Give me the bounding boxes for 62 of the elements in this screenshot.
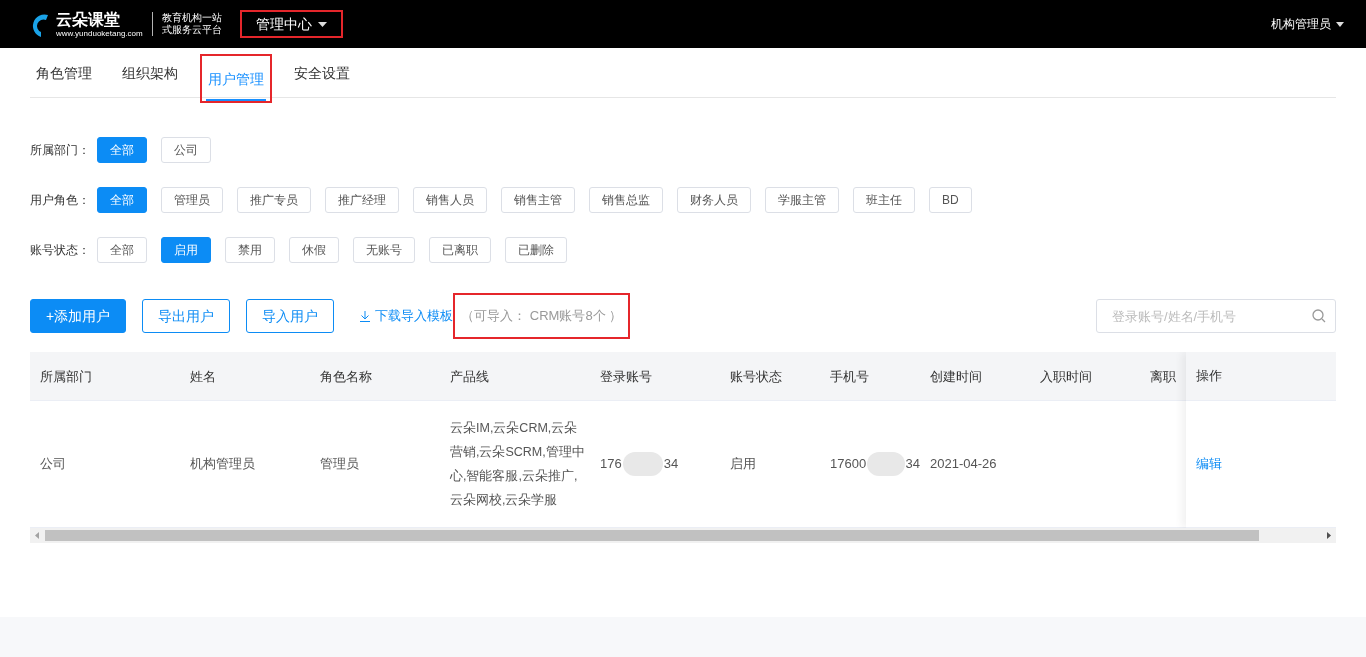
action-button[interactable]: 导出用户 (142, 299, 231, 333)
filter-chip[interactable]: 财务人员 (677, 187, 751, 213)
search-icon (1312, 309, 1326, 323)
table-cell-text: 34 (905, 455, 920, 474)
column-header: 操作 (1196, 367, 1222, 386)
table-cell-text: 17600 (830, 455, 867, 474)
column-header: 角色名称 (320, 369, 372, 384)
filter-chip[interactable]: 推广专员 (237, 187, 311, 213)
column-header: 所属部门 (40, 369, 92, 384)
filter-chip[interactable]: 无账号 (353, 237, 415, 263)
import-note: （可导入： CRM账号8个 ） (453, 293, 631, 339)
column-header: 账号状态 (730, 369, 782, 384)
table-cell-text: 云朵IM,云朵CRM,云朵营销,云朵SCRM,管理中心,智能客服,云朵推广,云朵网校,云朵学服 (450, 420, 586, 509)
action-button[interactable]: 导入用户 (246, 299, 335, 333)
filter-chip[interactable]: 销售总监 (589, 187, 663, 213)
filter-chip[interactable]: 休假 (289, 237, 339, 263)
filter-chip[interactable]: 班主任 (853, 187, 915, 213)
horizontal-scrollbar[interactable] (30, 528, 1336, 543)
edit-link[interactable]: 编辑 (1196, 454, 1222, 474)
filter-chip[interactable]: 禁用 (225, 237, 275, 263)
table-cell-text: 启用 (730, 455, 757, 473)
table-cell-text: 公司 (40, 455, 67, 473)
table-cell-text: 34 (663, 455, 679, 474)
tab[interactable]: 角色管理 (34, 52, 94, 97)
filter-chip[interactable]: 销售主管 (501, 187, 575, 213)
tab[interactable]: 组织架构 (120, 52, 180, 97)
filter-chip[interactable]: 公司 (161, 137, 211, 163)
column-header: 姓名 (190, 369, 216, 384)
menu-dropdown[interactable]: 管理中心 (239, 10, 343, 38)
filter-chip[interactable]: 已删除 (505, 237, 567, 263)
scrollbar-thumb[interactable] (45, 530, 1259, 541)
column-header: 离职 (1150, 369, 1176, 384)
user-menu[interactable]: 机构管理员 (1271, 15, 1344, 33)
filter-chip[interactable]: 已离职 (429, 237, 491, 263)
logo-text: 云朵课堂 (56, 10, 121, 29)
filter-chip[interactable]: BD (929, 187, 972, 213)
caret-icon (1336, 21, 1344, 27)
search-field[interactable]: 登录账号/姓名/手机号 (1096, 299, 1336, 333)
download-link[interactable]: 下载导入模板 (360, 306, 454, 326)
filter-label: 所属部门： (30, 142, 90, 159)
filter-chip[interactable]: 全部 (97, 237, 147, 263)
tab[interactable]: 安全设置 (292, 52, 352, 97)
column-header: 入职时间 (1040, 369, 1092, 384)
column-header: 产品线 (450, 369, 489, 384)
filter-chip[interactable]: 学服主管 (765, 187, 839, 213)
filter-chip[interactable]: 销售人员 (413, 187, 487, 213)
slogan-text: 式服务云平台 (161, 24, 222, 36)
table-cell-text: 2021-04-26 (930, 455, 998, 473)
column-header: 创建时间 (930, 369, 982, 384)
table-cell-text: 176 (600, 455, 622, 474)
filter-label: 用户角色： (30, 192, 90, 209)
caret-icon (317, 21, 327, 27)
column-header: 手机号 (830, 369, 869, 384)
table-cell-text: 机构管理员 (190, 455, 256, 473)
download-icon (360, 310, 371, 322)
slogan-text: 教育机构一站 (161, 12, 222, 24)
table-cell-text: 管理员 (320, 455, 360, 473)
logo-url: www.yunduoketang.com (56, 28, 143, 38)
filter-label: 账号状态： (30, 242, 90, 259)
column-header: 登录账号 (600, 369, 652, 384)
filter-chip[interactable]: 管理员 (161, 187, 223, 213)
filter-chip[interactable]: 推广经理 (325, 187, 399, 213)
